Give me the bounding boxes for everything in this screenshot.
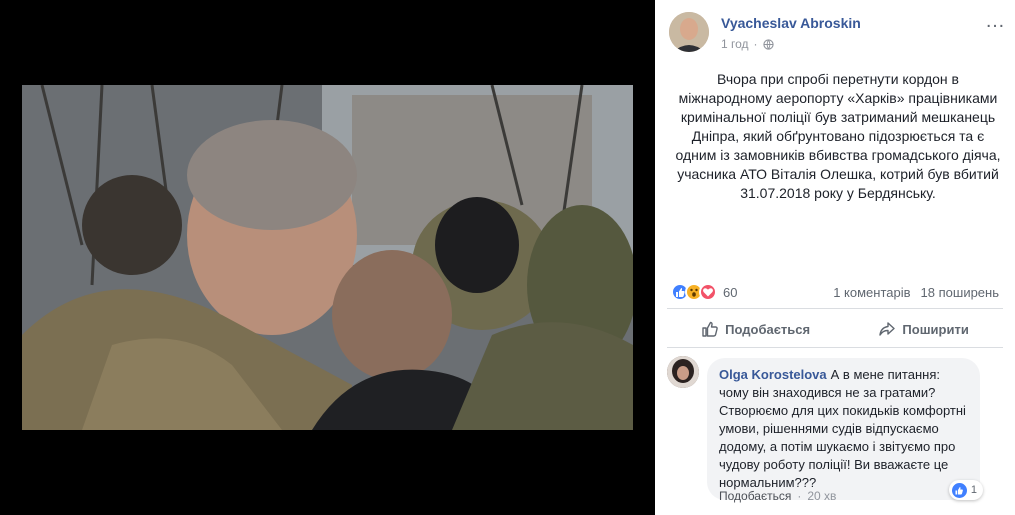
divider-bottom	[667, 347, 1003, 348]
comment-text: А в мене питання: чому він знаходився не…	[719, 367, 966, 490]
post-text: Вчора при спробі перетнути кордон в міжн…	[675, 71, 1001, 201]
author-name[interactable]: Vyacheslav Abroskin	[721, 15, 861, 31]
commenter-avatar[interactable]	[667, 356, 699, 388]
share-button[interactable]: Поширити	[878, 320, 969, 338]
comment-count[interactable]: 1 коментарів	[833, 285, 910, 300]
comment-meta: Подобається · 20 хв	[719, 489, 836, 503]
commenter-name[interactable]: Olga Korostelova	[719, 367, 827, 382]
photo-image	[22, 85, 633, 430]
share-button-label: Поширити	[902, 321, 969, 337]
post-panel: Vyacheslav Abroskin 1 год · … Вчора при …	[655, 0, 1015, 515]
reactions-bar: 60 1 коментарів 18 поширень	[671, 283, 999, 301]
post-viewer: Vyacheslav Abroskin 1 год · … Вчора при …	[0, 0, 1015, 515]
post-photo[interactable]	[22, 85, 633, 430]
comment-bubble: Olga Korostelova А в мене питання: чому в…	[707, 358, 980, 500]
comment-meta-separator: ·	[797, 489, 802, 503]
share-icon	[879, 322, 896, 336]
like-button-label: Подобається	[725, 321, 811, 337]
thumbs-up-icon	[702, 321, 718, 337]
comment-reaction-badge[interactable]: 1	[948, 480, 983, 500]
post-time[interactable]: 1 год	[721, 37, 749, 51]
more-options-icon[interactable]: …	[985, 11, 1005, 32]
share-count[interactable]: 18 поширень	[921, 285, 999, 300]
post-meta: 1 год ·	[721, 37, 774, 51]
post-header: Vyacheslav Abroskin 1 год · …	[669, 11, 1005, 56]
comment-like-link[interactable]: Подобається	[719, 489, 791, 503]
author-avatar[interactable]	[669, 12, 709, 52]
post-actions: Подобається Поширити	[667, 312, 1003, 346]
reaction-icons[interactable]	[671, 283, 717, 301]
photo-pane[interactable]	[0, 0, 655, 515]
meta-separator: ·	[753, 37, 758, 51]
comment-time[interactable]: 20 хв	[807, 489, 836, 503]
like-icon	[951, 482, 967, 498]
globe-icon[interactable]	[762, 38, 774, 50]
comment-reaction-count: 1	[970, 484, 977, 496]
reaction-count[interactable]: 60	[723, 285, 737, 300]
love-icon	[699, 283, 717, 301]
divider-top	[667, 308, 1003, 309]
like-button[interactable]: Подобається	[701, 320, 810, 338]
engagement-counts: 1 коментарів 18 поширень	[833, 285, 999, 300]
